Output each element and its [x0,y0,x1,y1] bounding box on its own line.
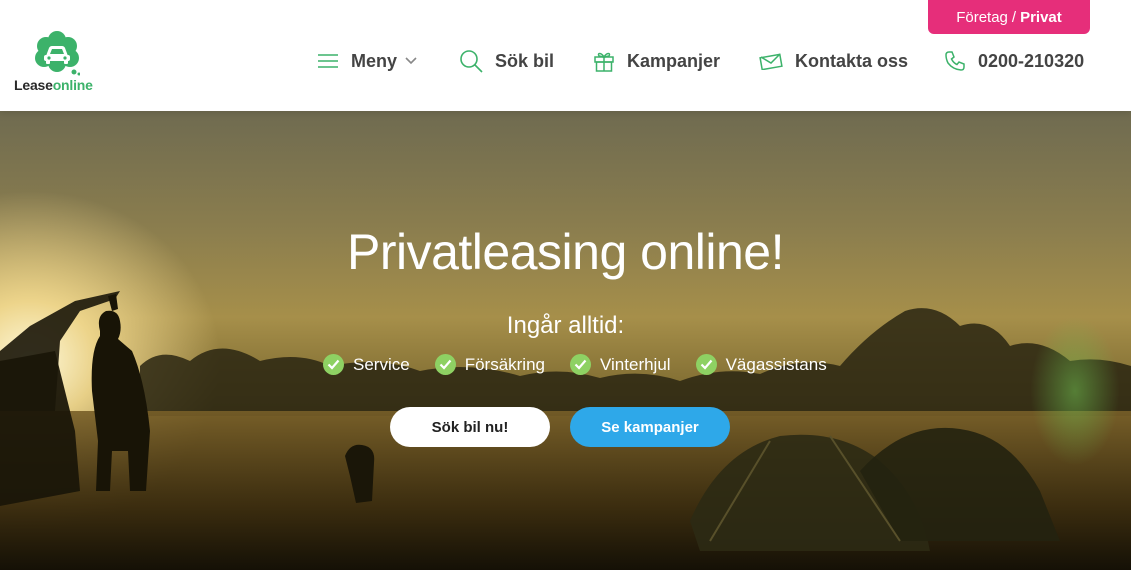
feature-label: Vinterhjul [600,354,671,374]
nav-search-label: Sök bil [495,50,555,71]
segment-switch-button[interactable]: Företag / Privat [928,0,1090,34]
car-cloud-logo-icon [35,31,80,76]
feature-label: Vägassistans [725,354,827,374]
switch-separator: / [1011,8,1017,26]
gift-icon [594,52,614,72]
feature-item: Vägassistans [695,354,827,375]
switch-foretag[interactable]: Företag [956,9,1008,26]
feature-list: Service Försäkring Vinterhjul Vägassista… [323,354,827,375]
hero-banner: Privatleasing online! Ingår alltid: Serv… [0,111,1131,570]
nav-contact[interactable]: Kontakta oss [759,45,908,77]
site-header: Leaseonline Företag / Privat Meny Sök bi… [0,0,1131,111]
feature-label: Försäkring [464,354,545,374]
nav-contact-label: Kontakta oss [795,50,909,71]
logo-text: Leaseonline [14,77,93,93]
switch-privat[interactable]: Privat [1020,9,1062,26]
logo-text-lease: Lease [14,77,53,93]
search-icon [460,50,483,73]
search-car-now-button[interactable]: Sök bil nu! [390,407,550,447]
nav-campaigns[interactable]: Kampanjer [593,45,720,77]
feature-item: Vinterhjul [570,354,671,375]
nav-campaigns-label: Kampanjer [627,50,721,71]
check-icon [695,354,717,375]
feature-item: Service [323,354,410,375]
envelope-icon [759,53,783,70]
see-campaigns-button[interactable]: Se kampanjer [570,407,730,447]
nav-phone-label: 0200-210320 [978,50,1085,71]
feature-label: Service [353,354,410,374]
hamburger-icon [318,54,338,68]
check-icon [323,354,344,375]
check-icon [570,354,591,375]
phone-icon [945,51,965,71]
nav-search-car[interactable]: Sök bil [459,45,554,77]
hero-subtitle: Ingår alltid: [506,312,625,339]
camping-scene-image [0,291,1060,551]
nav-menu[interactable]: Meny [317,45,417,77]
nav-phone[interactable]: 0200-210320 [944,45,1084,77]
check-icon [434,354,456,375]
logo-text-online: online [52,77,93,93]
chevron-down-icon [405,57,417,65]
feature-item: Försäkring [434,354,545,375]
logo[interactable]: Leaseonline [14,30,104,96]
nav-menu-label: Meny [351,50,398,71]
hero-title: Privatleasing online! [347,224,785,280]
